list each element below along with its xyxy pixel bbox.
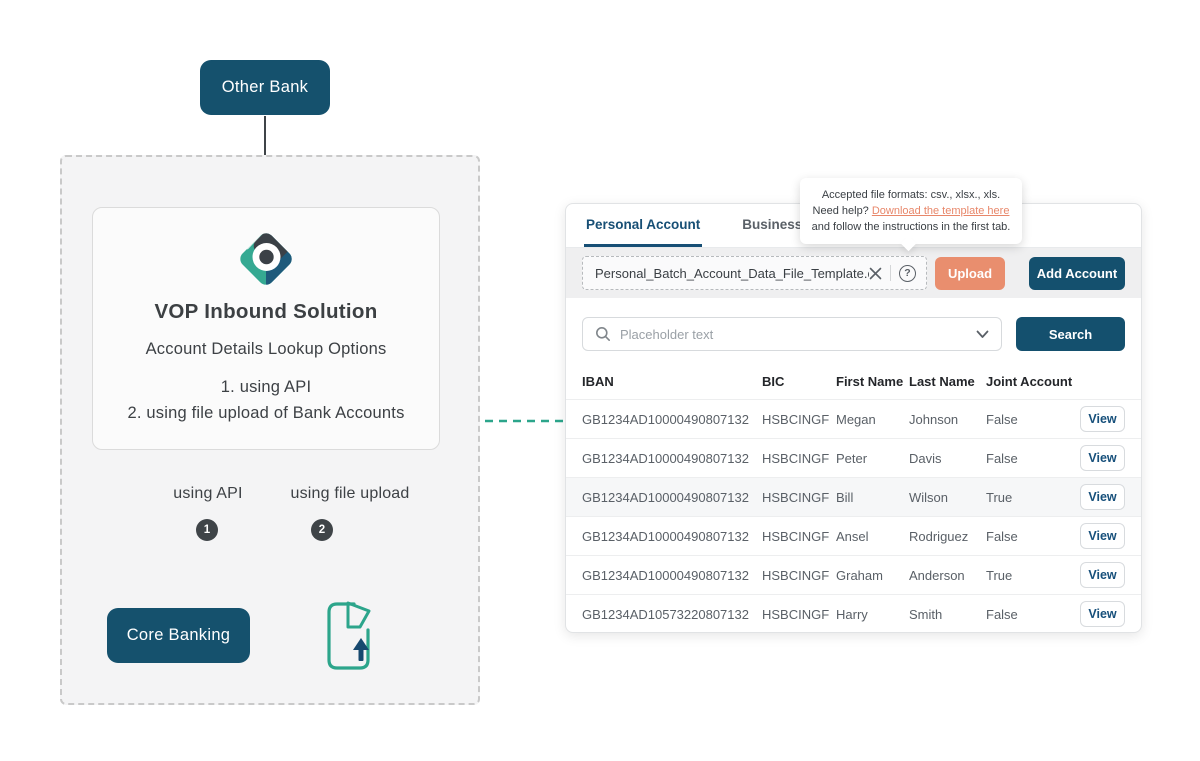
view-button[interactable]: View	[1080, 445, 1125, 471]
cell-joint-account: False	[986, 607, 1079, 622]
account-panel: Personal Account Business Account Person…	[565, 203, 1142, 633]
upload-button[interactable]: Upload	[935, 257, 1005, 290]
cell-last-name: Anderson	[909, 568, 986, 583]
cell-joint-account: True	[986, 490, 1079, 505]
field-divider	[890, 265, 891, 281]
clear-file-icon[interactable]	[869, 267, 882, 280]
col-last-name: Last Name	[909, 374, 986, 389]
view-button[interactable]: View	[1080, 601, 1125, 627]
cell-iban: GB1234AD10000490807132	[582, 529, 762, 544]
upload-help-tooltip: Accepted file formats: csv., xlsx., xls.…	[800, 178, 1022, 244]
table-header: IBAN BIC First Name Last Name Joint Acco…	[566, 364, 1141, 399]
table-row: GB1234AD10573220807132 HSBCINGF Harry Sm…	[566, 594, 1141, 633]
table-row: GB1234AD10000490807132 HSBCINGF Peter Da…	[566, 438, 1141, 477]
cell-bic: HSBCINGF	[762, 412, 836, 427]
branch-number-2-badge: 2	[311, 519, 333, 541]
view-button[interactable]: View	[1080, 562, 1125, 588]
cell-first-name: Megan	[836, 412, 909, 427]
tooltip-formats-line: Accepted file formats: csv., xlsx., xls.	[810, 187, 1012, 203]
table-row: GB1234AD10000490807132 HSBCINGF Bill Wil…	[566, 477, 1141, 516]
cell-joint-account: True	[986, 568, 1079, 583]
branch-number-1-badge: 1	[196, 519, 218, 541]
search-toolbar: Search	[566, 298, 1141, 364]
col-bic: BIC	[762, 374, 836, 389]
other-bank-label: Other Bank	[222, 78, 308, 97]
cell-first-name: Peter	[836, 451, 909, 466]
table-row: GB1234AD10000490807132 HSBCINGF Ansel Ro…	[566, 516, 1141, 555]
cell-iban: GB1234AD10573220807132	[582, 607, 762, 622]
page: Other Bank VOP Inbound Solution Account …	[0, 0, 1200, 761]
help-icon[interactable]: ?	[899, 265, 916, 282]
search-input[interactable]	[620, 327, 976, 342]
card-options: 1. using API 2. using file upload of Ban…	[127, 374, 404, 426]
cell-last-name: Wilson	[909, 490, 986, 505]
cell-bic: HSBCINGF	[762, 607, 836, 622]
vop-logo-icon	[236, 229, 296, 289]
branch-api-label: using API	[150, 485, 266, 503]
table-row: GB1234AD10000490807132 HSBCINGF Graham A…	[566, 555, 1141, 594]
card-title: VOP Inbound Solution	[154, 300, 377, 324]
search-icon	[595, 326, 611, 342]
cell-joint-account: False	[986, 412, 1079, 427]
cell-first-name: Ansel	[836, 529, 909, 544]
upload-toolbar: Personal_Batch_Account_Data_File_Templat…	[566, 248, 1141, 298]
other-bank-node: Other Bank	[200, 60, 330, 115]
cell-joint-account: False	[986, 451, 1079, 466]
core-banking-node: Core Banking	[107, 608, 250, 663]
col-first-name: First Name	[836, 374, 909, 389]
cell-iban: GB1234AD10000490807132	[582, 451, 762, 466]
view-button[interactable]: View	[1080, 484, 1125, 510]
cell-iban: GB1234AD10000490807132	[582, 490, 762, 505]
core-banking-label: Core Banking	[127, 626, 231, 645]
cell-bic: HSBCINGF	[762, 529, 836, 544]
card-subtitle: Account Details Lookup Options	[146, 340, 387, 359]
view-button[interactable]: View	[1080, 523, 1125, 549]
branch-file-label: using file upload	[282, 485, 418, 503]
cell-first-name: Harry	[836, 607, 909, 622]
card-option-file-upload: 2. using file upload of Bank Accounts	[127, 400, 404, 426]
file-drop-field[interactable]: Personal_Batch_Account_Data_File_Templat…	[582, 256, 927, 290]
cell-joint-account: False	[986, 529, 1079, 544]
cell-bic: HSBCINGF	[762, 490, 836, 505]
cell-bic: HSBCINGF	[762, 568, 836, 583]
cell-first-name: Graham	[836, 568, 909, 583]
card-option-api: 1. using API	[127, 374, 404, 400]
add-account-button[interactable]: Add Account	[1029, 257, 1125, 290]
cell-iban: GB1234AD10000490807132	[582, 412, 762, 427]
cell-iban: GB1234AD10000490807132	[582, 568, 762, 583]
cell-last-name: Smith	[909, 607, 986, 622]
selected-filename: Personal_Batch_Account_Data_File_Templat…	[595, 266, 869, 281]
col-joint-account: Joint Account	[986, 374, 1079, 389]
cell-bic: HSBCINGF	[762, 451, 836, 466]
download-template-link[interactable]: Download the template here	[872, 205, 1010, 217]
vop-solution-card: VOP Inbound Solution Account Details Loo…	[92, 207, 440, 450]
view-button[interactable]: View	[1080, 406, 1125, 432]
tooltip-help-line: Need help? Download the template here an…	[810, 203, 1012, 235]
file-upload-icon	[324, 597, 374, 673]
col-iban: IBAN	[582, 374, 762, 389]
chevron-down-icon[interactable]	[976, 330, 989, 339]
cell-last-name: Johnson	[909, 412, 986, 427]
cell-last-name: Rodriguez	[909, 529, 986, 544]
cell-first-name: Bill	[836, 490, 909, 505]
search-button[interactable]: Search	[1016, 317, 1125, 351]
tab-personal-account[interactable]: Personal Account	[584, 204, 702, 247]
search-field[interactable]	[582, 317, 1002, 351]
cell-last-name: Davis	[909, 451, 986, 466]
table-row: GB1234AD10000490807132 HSBCINGF Megan Jo…	[566, 399, 1141, 438]
